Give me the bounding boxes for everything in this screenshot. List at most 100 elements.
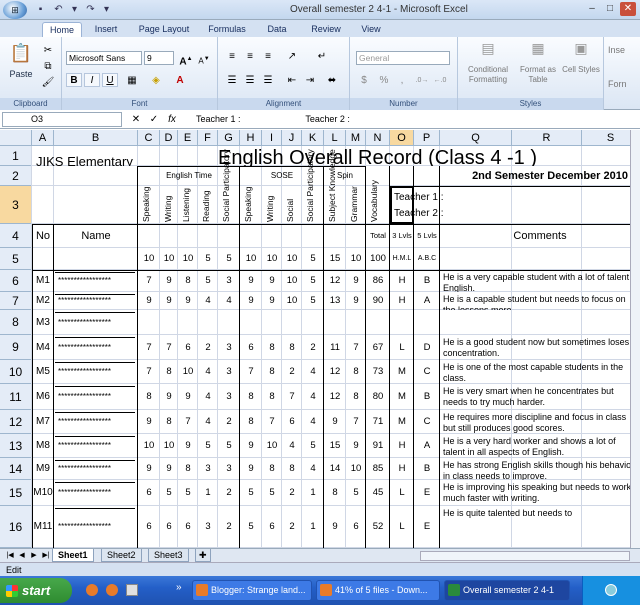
score-cell[interactable] — [390, 310, 414, 335]
firefox-quicklaunch-icon[interactable] — [86, 584, 98, 596]
task-downloads[interactable]: 41% of 5 files - Down... — [316, 580, 440, 601]
student-name[interactable]: ***************** — [54, 270, 138, 292]
no-header[interactable]: No — [32, 224, 54, 248]
student-name[interactable]: ***************** — [54, 434, 138, 458]
enter-icon[interactable]: ✓ — [146, 112, 162, 126]
score-cell[interactable]: M — [390, 384, 414, 410]
name-header[interactable]: Name — [54, 224, 138, 248]
row-header[interactable]: 8 — [0, 310, 32, 335]
lvls3-header[interactable]: 3 Lvls — [390, 224, 414, 248]
column-header[interactable]: K — [302, 130, 324, 146]
font-color-icon[interactable]: A — [172, 73, 188, 87]
student-name[interactable]: ***************** — [54, 410, 138, 434]
comma-button[interactable]: , — [394, 73, 410, 87]
score-cell[interactable]: M — [390, 410, 414, 434]
score-cell[interactable]: 1 — [302, 506, 324, 548]
max-score[interactable]: 10 — [262, 248, 282, 270]
score-cell[interactable]: 9 — [138, 410, 160, 434]
score-cell[interactable]: 10 — [282, 292, 302, 310]
sheet-title[interactable]: English Overall Record (Class 4 -1 ) — [218, 146, 582, 166]
score-cell[interactable]: 3 — [218, 360, 240, 384]
subject-header[interactable]: Reading — [201, 188, 218, 222]
grow-font-icon[interactable]: A▲ — [178, 51, 194, 67]
score-cell[interactable]: 15 — [324, 434, 346, 458]
max-score[interactable]: A.B.C — [414, 248, 440, 270]
score-cell[interactable]: 85 — [366, 458, 390, 480]
score-cell[interactable] — [302, 310, 324, 335]
score-cell[interactable]: D — [414, 335, 440, 360]
score-cell[interactable] — [160, 310, 178, 335]
score-cell[interactable]: 6 — [346, 506, 366, 548]
score-cell[interactable]: 5 — [178, 480, 198, 506]
formula-input[interactable]: Teacher 1 : Teacher 2 : — [196, 112, 350, 126]
score-cell[interactable]: 8 — [262, 335, 282, 360]
score-cell[interactable]: 80 — [366, 384, 390, 410]
score-cell[interactable]: 7 — [346, 335, 366, 360]
score-cell[interactable]: 9 — [346, 292, 366, 310]
student-name[interactable]: ***************** — [54, 335, 138, 360]
student-name[interactable]: ***************** — [54, 480, 138, 506]
score-cell[interactable] — [366, 310, 390, 335]
font-name-select[interactable]: Microsoft Sans — [66, 51, 142, 65]
student-no[interactable]: M10 — [32, 480, 54, 506]
row-header[interactable]: 7 — [0, 292, 32, 310]
score-cell[interactable]: 4 — [302, 360, 324, 384]
student-no[interactable]: M6 — [32, 384, 54, 410]
student-no[interactable]: M5 — [32, 360, 54, 384]
row-header[interactable]: 3 — [0, 186, 32, 224]
copy-icon[interactable]: ⧉ — [40, 59, 56, 73]
tab-page-layout[interactable]: Page Layout — [132, 22, 196, 37]
score-cell[interactable] — [282, 310, 302, 335]
score-cell[interactable]: L — [390, 506, 414, 548]
customize-toolbar-icon[interactable]: ▾ — [100, 3, 113, 16]
comment-cell[interactable]: He has strong English skills though his … — [440, 458, 640, 480]
row-header[interactable]: 2 — [0, 166, 32, 186]
score-cell[interactable]: H — [390, 458, 414, 480]
score-cell[interactable]: 9 — [240, 292, 262, 310]
subject-header[interactable]: Writing — [163, 188, 178, 222]
student-no[interactable]: M2 — [32, 292, 54, 310]
score-cell[interactable]: 7 — [262, 410, 282, 434]
score-cell[interactable]: H — [390, 292, 414, 310]
score-cell[interactable]: 5 — [302, 434, 324, 458]
score-cell[interactable]: 9 — [324, 410, 346, 434]
score-cell[interactable]: 12 — [324, 384, 346, 410]
row-header[interactable]: 5 — [0, 248, 32, 270]
format-table-button[interactable]: Format as Table — [516, 65, 560, 85]
max-score[interactable]: 5 — [198, 248, 218, 270]
score-cell[interactable]: 5 — [240, 480, 262, 506]
score-cell[interactable]: C — [414, 410, 440, 434]
score-cell[interactable]: 10 — [282, 270, 302, 292]
score-cell[interactable]: 6 — [178, 335, 198, 360]
maximize-icon[interactable]: □ — [602, 2, 618, 16]
undo-icon[interactable]: ↶ — [52, 3, 65, 16]
score-cell[interactable]: 73 — [366, 360, 390, 384]
score-cell[interactable]: 9 — [138, 458, 160, 480]
cut-icon[interactable]: ✂ — [40, 43, 56, 57]
score-cell[interactable]: 14 — [324, 458, 346, 480]
select-all-corner[interactable] — [0, 130, 32, 146]
score-cell[interactable]: 3 — [218, 458, 240, 480]
align-middle-icon[interactable]: ≡ — [242, 49, 258, 63]
score-cell[interactable]: 2 — [282, 480, 302, 506]
score-cell[interactable]: 7 — [138, 360, 160, 384]
column-header[interactable]: R — [512, 130, 582, 146]
comment-cell[interactable]: He is a good student now but sometimes l… — [440, 335, 640, 360]
subject-header[interactable]: Social Participatory — [305, 149, 324, 222]
horizontal-scrollbar[interactable] — [420, 551, 630, 561]
undo-dropdown-icon[interactable]: ▾ — [68, 3, 81, 16]
score-cell[interactable]: 6 — [160, 506, 178, 548]
score-cell[interactable]: 3 — [198, 458, 218, 480]
task-blogger[interactable]: Blogger: Strange land... — [192, 580, 312, 601]
score-cell[interactable]: 9 — [160, 270, 178, 292]
score-cell[interactable]: 8 — [178, 458, 198, 480]
comment-cell[interactable] — [440, 310, 640, 335]
score-cell[interactable]: B — [414, 458, 440, 480]
comment-cell[interactable]: He is a very hard worker and shows a lot… — [440, 434, 640, 458]
tab-formulas[interactable]: Formulas — [204, 22, 250, 37]
semester-label[interactable]: 2nd Semester December 2010 — [390, 166, 640, 186]
max-score[interactable]: 10 — [178, 248, 198, 270]
score-cell[interactable] — [240, 310, 262, 335]
score-cell[interactable]: M — [390, 360, 414, 384]
score-cell[interactable]: 4 — [218, 292, 240, 310]
